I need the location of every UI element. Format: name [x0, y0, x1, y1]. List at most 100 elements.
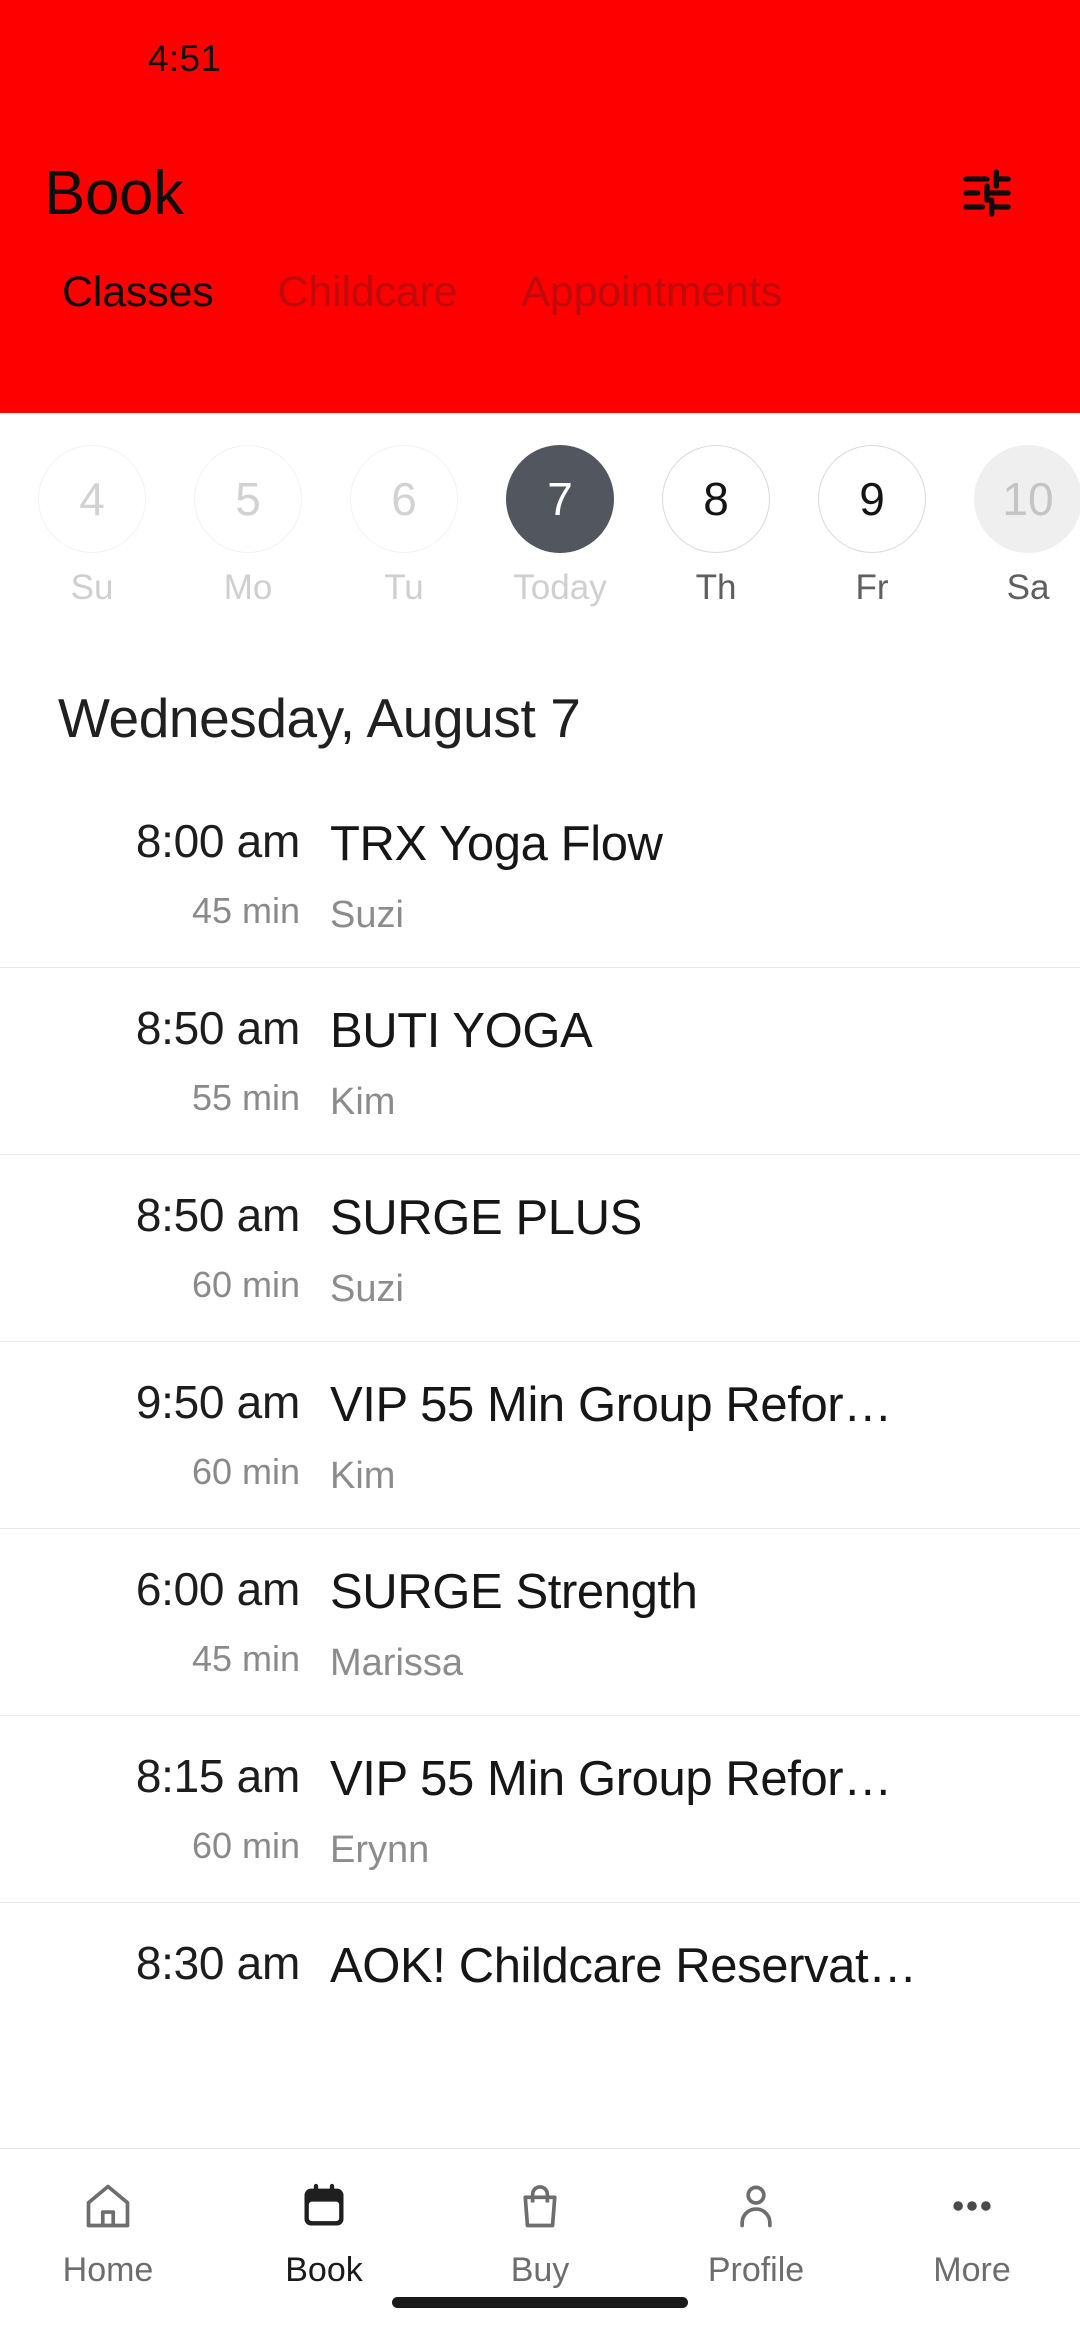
nav-label: More — [933, 2251, 1011, 2289]
header-tabs: Classes Childcare Appointments — [0, 268, 1080, 317]
class-time-column: 8:50 am 60 min — [60, 1188, 330, 1306]
filter-button[interactable] — [950, 156, 1024, 230]
date-weekday: Fr — [855, 568, 889, 607]
class-instructor: Kim — [330, 1081, 396, 1123]
class-name: SURGE Strength — [330, 1565, 698, 1619]
class-info-column: BUTI YOGA Kim — [330, 1001, 1020, 1124]
class-name: VIP 55 Min Group Refor… — [330, 1378, 892, 1432]
class-info-column: SURGE PLUS Suzi — [330, 1188, 1020, 1311]
class-time: 8:00 am — [135, 815, 300, 867]
status-bar: 4:51 — [0, 0, 1080, 118]
date-chip-7-today-selected[interactable]: 7 Today — [482, 445, 638, 608]
class-time: 8:30 am — [135, 1937, 300, 1989]
class-time: 9:50 am — [135, 1376, 300, 1428]
class-time: 8:15 am — [135, 1750, 300, 1802]
class-duration: 60 min — [191, 1825, 300, 1866]
date-weekday: Today — [513, 568, 607, 607]
date-weekday: Sa — [1006, 568, 1050, 607]
class-name: VIP 55 Min Group Refor… — [330, 1752, 892, 1806]
class-duration: 55 min — [191, 1077, 300, 1118]
class-row[interactable]: 8:50 am 55 min BUTI YOGA Kim — [0, 967, 1080, 1154]
date-weekday: Th — [695, 568, 737, 607]
class-instructor: Marissa — [330, 1642, 464, 1684]
class-row[interactable]: 8:15 am 60 min VIP 55 Min Group Refor… E… — [0, 1715, 1080, 1902]
shopping-bag-icon — [514, 2175, 566, 2237]
class-info-column: SURGE Strength Marissa — [330, 1562, 1020, 1685]
date-number: 10 — [974, 445, 1080, 553]
class-time-column: 8:50 am 55 min — [60, 1001, 330, 1119]
home-indicator — [392, 2297, 688, 2308]
title-bar: Book — [0, 118, 1080, 268]
nav-label: Book — [285, 2251, 363, 2289]
class-info-column: VIP 55 Min Group Refor… Kim — [330, 1375, 1020, 1498]
calendar-icon — [298, 2175, 350, 2237]
nav-label: Home — [62, 2251, 154, 2289]
class-info-column: VIP 55 Min Group Refor… Erynn — [330, 1749, 1020, 1872]
class-schedule-list[interactable]: 8:00 am 45 min TRX Yoga Flow Suzi 8:50 a… — [0, 780, 1080, 2148]
class-duration: 60 min — [191, 1451, 300, 1492]
date-weekday: Tu — [384, 568, 424, 607]
class-name: AOK! Childcare Reservat… — [330, 1939, 917, 1993]
class-time-column: 8:30 am — [60, 1936, 330, 2012]
date-chip-8[interactable]: 8 Th — [638, 445, 794, 608]
class-time-column: 8:00 am 45 min — [60, 814, 330, 932]
date-chip-6[interactable]: 6 Tu — [326, 445, 482, 608]
nav-item-buy[interactable]: Buy — [432, 2175, 648, 2290]
class-time-column: 6:00 am 45 min — [60, 1562, 330, 1680]
app-root: 4:51 Book Classes Childcare Appointments… — [0, 0, 1080, 2340]
class-info-column: AOK! Childcare Reservat… — [330, 1936, 1020, 2016]
nav-item-book[interactable]: Book — [216, 2175, 432, 2290]
class-row[interactable]: 9:50 am 60 min VIP 55 Min Group Refor… K… — [0, 1341, 1080, 1528]
person-icon — [730, 2175, 782, 2237]
class-time: 8:50 am — [135, 1189, 300, 1241]
class-instructor: Erynn — [330, 1829, 430, 1871]
date-chip-4[interactable]: 4 Su — [14, 445, 170, 608]
class-row[interactable]: 8:30 am AOK! Childcare Reservat… — [0, 1902, 1080, 2046]
date-chip-9[interactable]: 9 Fr — [794, 445, 950, 608]
class-duration: 60 min — [191, 1264, 300, 1305]
tab-appointments[interactable]: Appointments — [489, 268, 814, 317]
class-time-column: 9:50 am 60 min — [60, 1375, 330, 1493]
page-title: Book — [44, 158, 184, 228]
class-name: SURGE PLUS — [330, 1191, 642, 1245]
nav-item-home[interactable]: Home — [0, 2175, 216, 2290]
date-number: 6 — [350, 445, 458, 553]
sliders-filter-icon — [959, 165, 1015, 221]
nav-label: Profile — [707, 2251, 805, 2289]
class-instructor: Suzi — [330, 894, 404, 936]
selected-date-heading: Wednesday, August 7 — [58, 687, 581, 749]
class-time: 6:00 am — [135, 1563, 300, 1615]
date-weekday: Mo — [223, 568, 273, 607]
date-number: 4 — [38, 445, 146, 553]
date-number: 7 — [506, 445, 614, 553]
bottom-navigation-bar: Home Book Buy Profile More — [0, 2148, 1080, 2340]
app-header: 4:51 Book Classes Childcare Appointments — [0, 0, 1080, 413]
class-row[interactable]: 8:00 am 45 min TRX Yoga Flow Suzi — [0, 780, 1080, 967]
nav-item-more[interactable]: More — [864, 2175, 1080, 2290]
class-time-column: 8:15 am 60 min — [60, 1749, 330, 1867]
date-chip-5[interactable]: 5 Mo — [170, 445, 326, 608]
tab-childcare[interactable]: Childcare — [246, 268, 490, 317]
class-row[interactable]: 6:00 am 45 min SURGE Strength Marissa — [0, 1528, 1080, 1715]
date-number: 9 — [818, 445, 926, 553]
ellipsis-icon — [946, 2175, 998, 2237]
date-number: 8 — [662, 445, 770, 553]
date-number: 5 — [194, 445, 302, 553]
date-chip-10[interactable]: 10 Sa — [950, 445, 1080, 608]
status-bar-clock: 4:51 — [148, 38, 222, 79]
class-info-column: TRX Yoga Flow Suzi — [330, 814, 1020, 937]
house-icon — [82, 2175, 134, 2237]
nav-item-profile[interactable]: Profile — [648, 2175, 864, 2290]
class-instructor: Kim — [330, 1455, 396, 1497]
class-time: 8:50 am — [135, 1002, 300, 1054]
nav-label: Buy — [510, 2251, 570, 2289]
class-name: TRX Yoga Flow — [330, 817, 663, 871]
date-weekday: Su — [70, 568, 114, 607]
date-selector-strip[interactable]: 4 Su 5 Mo 6 Tu 7 Today 8 Th 9 Fr 10 Sa — [0, 413, 1080, 648]
class-duration: 45 min — [191, 890, 300, 931]
class-row[interactable]: 8:50 am 60 min SURGE PLUS Suzi — [0, 1154, 1080, 1341]
class-instructor: Suzi — [330, 1268, 404, 1310]
tab-classes[interactable]: Classes — [30, 268, 246, 317]
class-duration: 45 min — [191, 1638, 300, 1679]
class-name: BUTI YOGA — [330, 1004, 593, 1058]
